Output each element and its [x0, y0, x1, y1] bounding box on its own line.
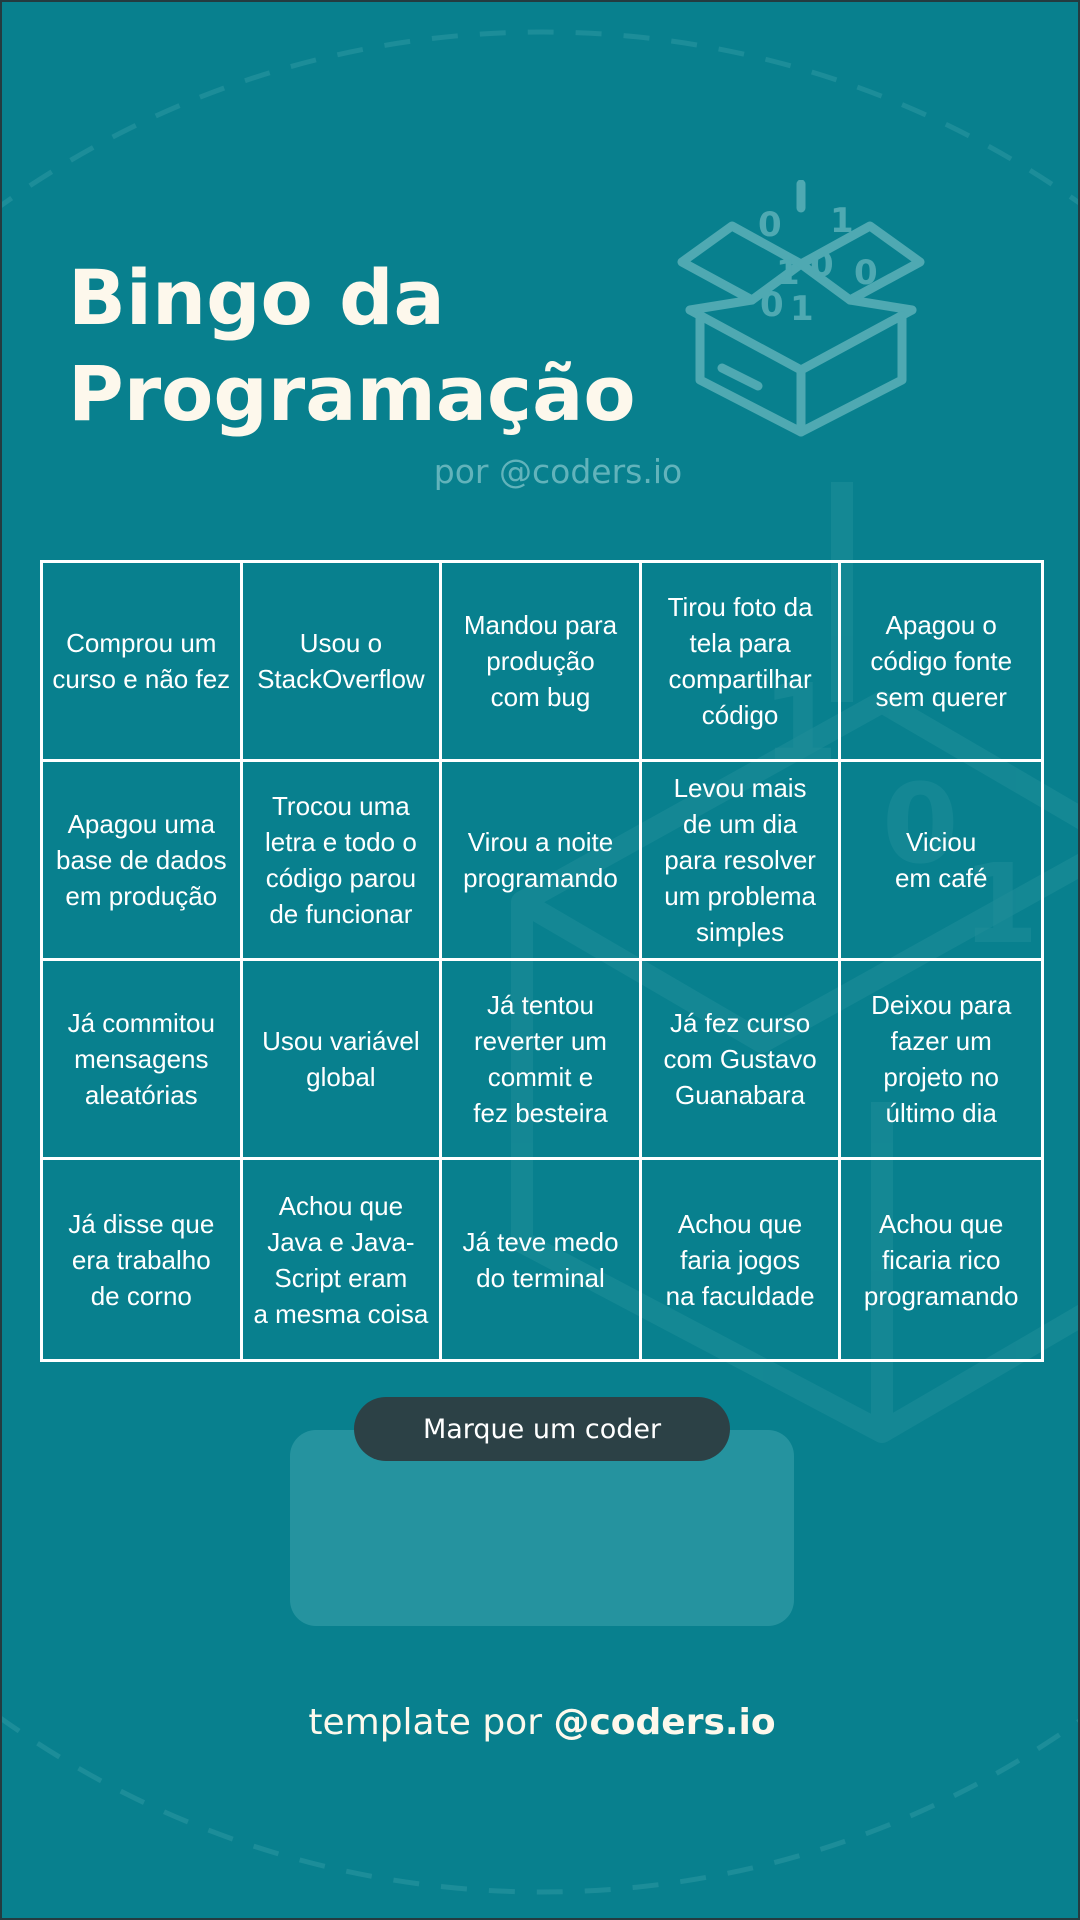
- bingo-cell[interactable]: Mandou para produção com bug: [442, 563, 642, 762]
- bingo-cell[interactable]: Achou que faria jogos na faculdade: [642, 1160, 842, 1359]
- svg-text:0: 0: [760, 285, 784, 325]
- bingo-cell[interactable]: Levou mais de um dia para resolver um pr…: [641, 762, 842, 961]
- bingo-cell[interactable]: Tirou foto da tela para compartilhar cód…: [641, 563, 842, 762]
- bingo-cell[interactable]: Usou variável global: [242, 961, 443, 1160]
- bingo-cell[interactable]: Usou o StackOverflow: [242, 563, 443, 762]
- bingo-cell[interactable]: Apagou o código fonte sem querer: [841, 563, 1041, 762]
- svg-text:1: 1: [790, 289, 814, 329]
- bingo-cell[interactable]: Deixou para fazer um projeto no último d…: [841, 961, 1041, 1160]
- bingo-cell[interactable]: Já disse que era trabalho de corno: [43, 1160, 243, 1359]
- svg-text:1: 1: [830, 201, 854, 241]
- svg-text:0: 0: [854, 253, 878, 293]
- bingo-cell[interactable]: Já fez curso com Gustavo Guanabara: [641, 961, 842, 1160]
- bingo-cell[interactable]: Apagou uma base de dados em produção: [43, 762, 243, 961]
- open-box-binary-icon: 0 1 1 0 0 0 1: [677, 180, 925, 437]
- footer-credit: template por @coders.io: [142, 1702, 942, 1743]
- bingo-cell[interactable]: Achou que ficaria rico programando: [841, 1160, 1041, 1359]
- byline: por @coders.io: [433, 452, 683, 491]
- bingo-cell[interactable]: Virou a noite programando: [442, 762, 642, 961]
- page-title: Bingo da Programação: [68, 250, 668, 442]
- svg-text:0: 0: [758, 205, 782, 245]
- footer-prefix: template por: [308, 1702, 554, 1743]
- bingo-cell[interactable]: Viciou em café: [841, 762, 1041, 961]
- tag-coder-button[interactable]: Marque um coder: [354, 1397, 730, 1461]
- footer-handle[interactable]: @coders.io: [553, 1702, 775, 1743]
- title-line-1: Bingo da: [68, 253, 445, 342]
- svg-text:0: 0: [810, 245, 834, 285]
- title-line-2: Programação: [68, 349, 636, 438]
- bingo-cell[interactable]: Já commitou mensagens aleatórias: [43, 961, 243, 1160]
- bingo-cell[interactable]: Já tentou reverter um commit e fez beste…: [442, 961, 642, 1160]
- bingo-cell[interactable]: Trocou uma letra e todo o código parou d…: [242, 762, 443, 961]
- bingo-cell[interactable]: Já teve medo do terminal: [442, 1160, 642, 1359]
- bingo-cell[interactable]: Achou que Java e Java- Script eram a mes…: [243, 1160, 443, 1359]
- bingo-grid: Comprou um curso e não fez Usou o StackO…: [40, 560, 1044, 1362]
- poster: 0 1 1 Bingo da Programação 0 1 1 0 0 0 1: [0, 0, 1080, 1920]
- bingo-cell[interactable]: Comprou um curso e não fez: [43, 563, 243, 762]
